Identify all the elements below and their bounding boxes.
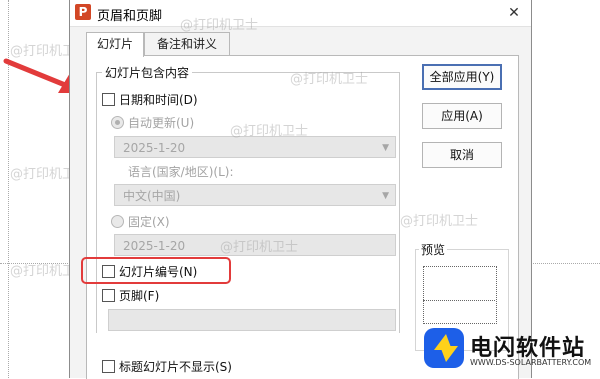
footer-text-field[interactable] xyxy=(108,309,396,331)
watermark: @打印机卫士 xyxy=(230,124,309,139)
apply-button[interactable]: 应用(A) xyxy=(422,103,502,129)
watermark: @打印机卫士 xyxy=(180,18,259,33)
auto-update-date-select[interactable]: 2025-1-20 ▼ xyxy=(114,136,396,158)
footer-checkbox[interactable] xyxy=(102,289,115,302)
chevron-down-icon: ▼ xyxy=(382,191,389,201)
hide-on-title-checkbox[interactable] xyxy=(102,360,115,373)
tab-notes-handouts[interactable]: 备注和讲义 xyxy=(144,32,230,56)
datetime-label: 日期和时间(D) xyxy=(119,93,198,107)
fixed-radio[interactable] xyxy=(111,215,124,228)
language-value: 中文(中国) xyxy=(123,189,181,203)
powerpoint-icon: P xyxy=(75,4,91,20)
chevron-down-icon: ▼ xyxy=(382,143,389,153)
header-footer-dialog: P 页眉和页脚 ✕ 幻灯片 备注和讲义 幻灯片包含内容 日期和时间(D) 自动更… xyxy=(69,0,532,379)
brand-logo-icon xyxy=(424,328,464,368)
watermark: @打印机卫士 xyxy=(220,240,299,255)
title-bar: P 页眉和页脚 ✕ xyxy=(70,0,531,27)
watermark: @打印机卫士 xyxy=(290,72,369,87)
footer-label: 页脚(F) xyxy=(119,289,160,303)
cancel-button[interactable]: 取消 xyxy=(422,142,502,168)
hide-on-title-label: 标题幻灯片不显示(S) xyxy=(119,360,232,374)
close-icon[interactable]: ✕ xyxy=(502,2,526,24)
datetime-checkbox[interactable] xyxy=(102,93,115,106)
auto-update-label: 自动更新(U) xyxy=(128,116,195,130)
watermark: @打印机卫士 xyxy=(400,214,479,229)
preview-label: 预览 xyxy=(419,241,448,258)
language-label: 语言(国家/地区)(L): xyxy=(128,165,234,179)
dialog-title: 页眉和页脚 xyxy=(97,9,163,24)
tab-slides[interactable]: 幻灯片 xyxy=(86,32,144,57)
preview-slide xyxy=(423,266,497,324)
language-select[interactable]: 中文(中国) ▼ xyxy=(114,184,396,206)
brand-url: WWW.DS-SOLARBATTERY.COM xyxy=(470,358,592,367)
apply-all-button[interactable]: 全部应用(Y) xyxy=(422,64,502,90)
preview-footer-line xyxy=(423,300,495,301)
annotation-highlight-box xyxy=(81,257,231,284)
auto-update-date-value: 2025-1-20 xyxy=(123,141,186,155)
auto-update-radio[interactable] xyxy=(111,116,124,129)
fixed-label: 固定(X) xyxy=(128,215,170,229)
group-title: 幻灯片包含内容 xyxy=(102,64,193,81)
